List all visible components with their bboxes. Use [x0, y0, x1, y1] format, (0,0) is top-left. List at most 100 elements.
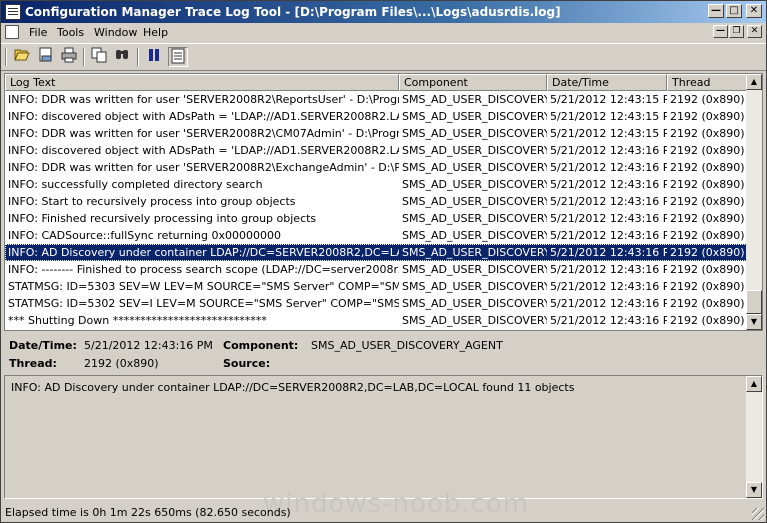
trace-log-window: Configuration Manager Trace Log Tool - [… — [0, 0, 767, 523]
thread-cell: 2192 (0x890) — [670, 280, 745, 293]
message-pane[interactable]: INFO: AD Discovery under container LDAP:… — [4, 375, 763, 499]
table-row[interactable]: INFO: Finished recursively processing in… — [5, 210, 747, 227]
thread-cell: 2192 (0x890) — [670, 195, 745, 208]
column-header-thread[interactable]: Thread — [667, 74, 747, 91]
doc-restore-button[interactable]: ❐ — [729, 25, 744, 38]
component-cell: SMS_AD_USER_DISCOVERY — [402, 263, 547, 276]
datetime-cell: 5/21/2012 12:43:16 PM — [550, 297, 667, 310]
column-header-component[interactable]: Component — [399, 74, 547, 91]
component-cell: SMS_AD_USER_DISCOVERY — [402, 93, 547, 106]
toolbar-separator — [137, 48, 139, 66]
datetime-cell: 5/21/2012 12:43:16 PM — [550, 280, 667, 293]
component-cell: SMS_AD_USER_DISCOVERY — [402, 314, 547, 327]
component-cell: SMS_AD_USER_DISCOVERY — [402, 110, 547, 123]
table-row[interactable]: INFO: CADSource::fullSync returning 0x00… — [5, 227, 747, 244]
table-row[interactable]: STATMSG: ID=5303 SEV=W LEV=M SOURCE="SMS… — [5, 278, 747, 295]
list-scrollbar[interactable]: ▲ ▼ — [746, 74, 762, 330]
message-scrollbar[interactable]: ▲ ▼ — [746, 376, 762, 498]
scroll-down-button[interactable]: ▼ — [746, 314, 762, 330]
toolbar — [1, 43, 766, 71]
resize-grip[interactable] — [752, 508, 764, 520]
log-text-cell: STATMSG: ID=5302 SEV=I LEV=M SOURCE="SMS… — [8, 297, 399, 310]
thread-cell: 2192 (0x890) — [670, 263, 745, 276]
thread-cell: 2192 (0x890) — [670, 178, 745, 191]
table-row[interactable]: INFO: Start to recursively process into … — [5, 193, 747, 210]
component-cell: SMS_AD_USER_DISCOVERY — [402, 144, 547, 157]
component-cell: SMS_AD_USER_DISCOVERY — [402, 229, 547, 242]
doc-close-button[interactable]: ✕ — [747, 25, 762, 38]
datetime-cell: 5/21/2012 12:43:15 PM — [550, 127, 667, 140]
component-value: SMS_AD_USER_DISCOVERY_AGENT — [311, 339, 503, 352]
datetime-value: 5/21/2012 12:43:16 PM — [84, 339, 213, 352]
message-scroll-down-button[interactable]: ▼ — [746, 482, 762, 498]
copy-icon[interactable] — [89, 47, 109, 67]
document-icon[interactable] — [5, 25, 19, 39]
datetime-cell: 5/21/2012 12:43:16 PM — [550, 246, 667, 259]
doc-minimize-button[interactable]: — — [713, 25, 728, 38]
datetime-label: Date/Time: — [9, 339, 77, 352]
message-scroll-up-button[interactable]: ▲ — [746, 376, 762, 392]
open-icon[interactable] — [12, 47, 32, 67]
scroll-up-button[interactable]: ▲ — [746, 74, 762, 90]
column-header-log-text[interactable]: Log Text — [5, 74, 399, 91]
component-cell: SMS_AD_USER_DISCOVERY — [402, 161, 547, 174]
table-row[interactable]: INFO: successfully completed directory s… — [5, 176, 747, 193]
table-row[interactable]: INFO: DDR was written for user 'SERVER20… — [5, 125, 747, 142]
toolbar-grip — [5, 48, 7, 66]
menu-file[interactable]: File — [29, 26, 47, 39]
menu-bar: File Tools Window Help — ❐ ✕ — [1, 23, 766, 42]
thread-cell: 2192 (0x890) — [670, 93, 745, 106]
table-row[interactable]: INFO: -------- Finished to process searc… — [5, 261, 747, 278]
table-row[interactable]: INFO: AD Discovery under container LDAP:… — [5, 244, 747, 261]
log-text-cell: INFO: CADSource::fullSync returning 0x00… — [8, 229, 281, 242]
log-text-cell: INFO: Finished recursively processing in… — [8, 212, 317, 225]
component-cell: SMS_AD_USER_DISCOVERY — [402, 195, 547, 208]
message-text: INFO: AD Discovery under container LDAP:… — [11, 381, 575, 394]
error-lookup-icon[interactable] — [168, 47, 188, 67]
title-bar[interactable]: Configuration Manager Trace Log Tool - [… — [1, 1, 766, 23]
thread-cell: 2192 (0x890) — [670, 297, 745, 310]
details-panel: Date/Time: 5/21/2012 12:43:16 PM Compone… — [1, 333, 766, 373]
table-row[interactable]: STATMSG: ID=5302 SEV=I LEV=M SOURCE="SMS… — [5, 295, 747, 312]
table-row[interactable]: INFO: DDR was written for user 'SERVER20… — [5, 91, 747, 108]
title-buttons: — □ ✕ — [708, 4, 762, 18]
app-icon — [5, 4, 21, 20]
datetime-cell: 5/21/2012 12:43:15 PM — [550, 110, 667, 123]
component-cell: SMS_AD_USER_DISCOVERY — [402, 178, 547, 191]
log-text-cell: INFO: DDR was written for user 'SERVER20… — [8, 127, 399, 140]
datetime-cell: 5/21/2012 12:43:15 PM — [550, 93, 667, 106]
datetime-cell: 5/21/2012 12:43:16 PM — [550, 161, 667, 174]
maximize-button[interactable]: □ — [726, 4, 742, 18]
thread-label: Thread: — [9, 357, 57, 370]
thread-cell: 2192 (0x890) — [670, 246, 745, 259]
thread-cell: 2192 (0x890) — [670, 161, 745, 174]
print-preview-icon[interactable] — [36, 47, 56, 67]
table-row[interactable]: INFO: discovered object with ADsPath = '… — [5, 108, 747, 125]
close-button[interactable]: ✕ — [746, 4, 762, 18]
component-cell: SMS_AD_USER_DISCOVERY — [402, 127, 547, 140]
print-icon[interactable] — [59, 47, 79, 67]
thread-cell: 2192 (0x890) — [670, 144, 745, 157]
pause-icon[interactable] — [144, 47, 164, 67]
window-title: Configuration Manager Trace Log Tool - [… — [25, 5, 561, 19]
datetime-cell: 5/21/2012 12:43:16 PM — [550, 263, 667, 276]
menu-tools[interactable]: Tools — [57, 26, 84, 39]
status-text: Elapsed time is 0h 1m 22s 650ms (82.650 … — [5, 506, 291, 519]
scroll-thumb[interactable] — [746, 290, 762, 314]
menu-window[interactable]: Window — [94, 26, 137, 39]
datetime-cell: 5/21/2012 12:43:16 PM — [550, 212, 667, 225]
log-text-cell: INFO: successfully completed directory s… — [8, 178, 263, 191]
menu-help[interactable]: Help — [143, 26, 168, 39]
source-label: Source: — [223, 357, 271, 370]
toolbar-separator — [83, 48, 85, 66]
datetime-cell: 5/21/2012 12:43:16 PM — [550, 195, 667, 208]
log-list[interactable]: Log Text Component Date/Time Thread INFO… — [4, 73, 763, 331]
find-icon[interactable] — [112, 47, 132, 67]
datetime-cell: 5/21/2012 12:43:16 PM — [550, 229, 667, 242]
table-row[interactable]: INFO: DDR was written for user 'SERVER20… — [5, 159, 747, 176]
minimize-button[interactable]: — — [708, 4, 724, 18]
table-row[interactable]: INFO: discovered object with ADsPath = '… — [5, 142, 747, 159]
column-header-datetime[interactable]: Date/Time — [547, 74, 667, 91]
component-label: Component: — [223, 339, 299, 352]
table-row[interactable]: *** Shutting Down **********************… — [5, 312, 747, 329]
